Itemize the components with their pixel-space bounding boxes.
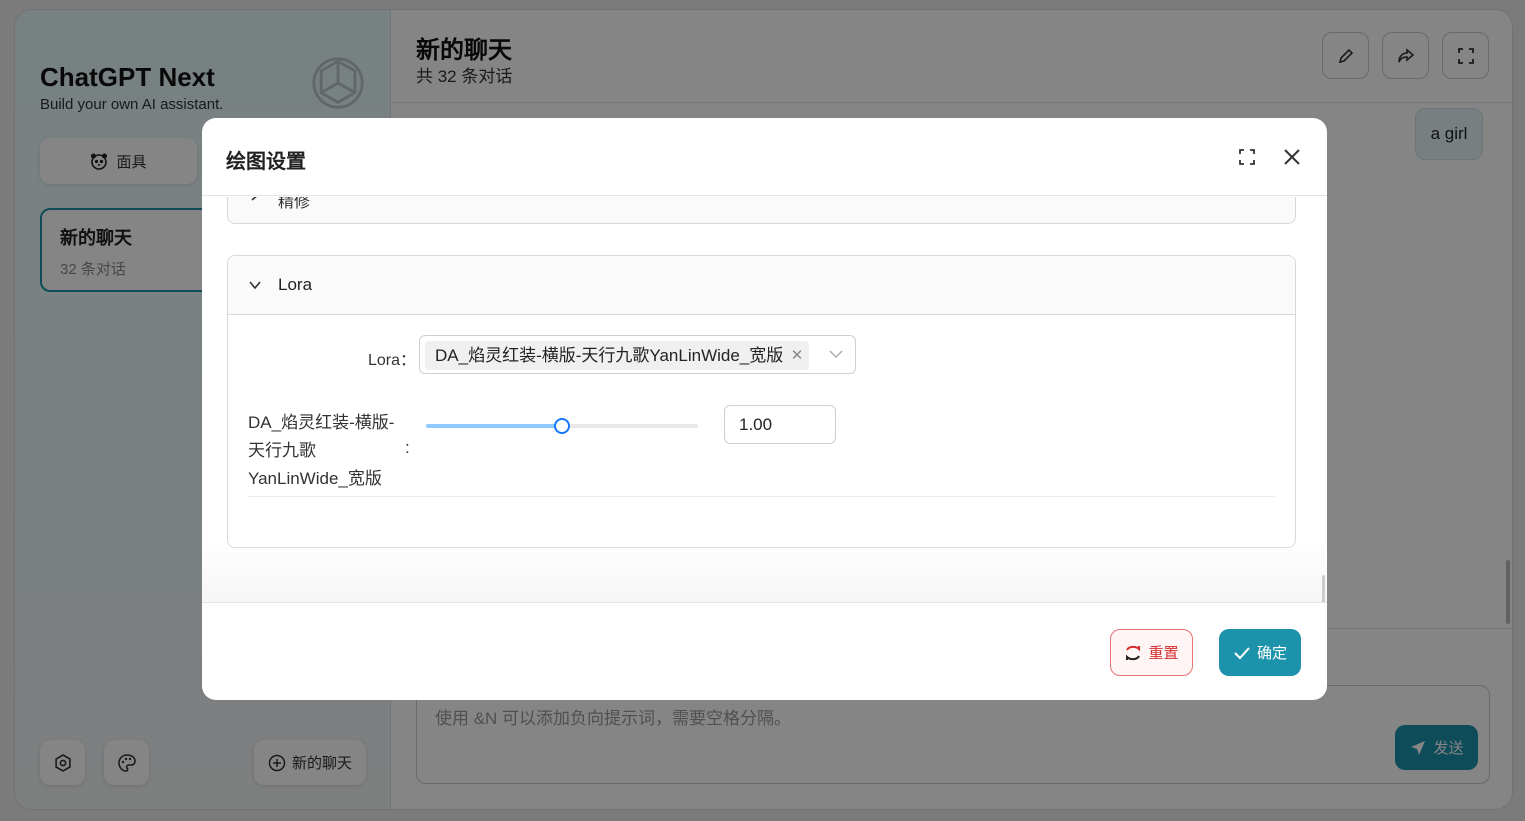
collapse-lora-header[interactable]: Lora <box>228 256 1295 315</box>
slider-track <box>426 424 562 428</box>
modal-title: 绘图设置 <box>226 151 306 173</box>
slider-handle[interactable] <box>554 418 570 434</box>
lora-selected-tag: DA_焰灵红装-横版-天行九歌YanLinWide_宽版 ✕ <box>425 341 810 370</box>
maximize-icon <box>1239 149 1255 165</box>
form-divider <box>248 496 1275 497</box>
lora-select[interactable]: DA_焰灵红装-横版-天行九歌YanLinWide_宽版 ✕ <box>419 335 856 374</box>
lora-weight-slider[interactable] <box>426 418 698 434</box>
lora-weight-input[interactable]: 1.00 <box>724 405 836 444</box>
drawing-settings-modal: 绘图设置 精修 Lora Lora： DA_焰灵红装-横版-天行九歌YanLin… <box>202 118 1327 700</box>
lora-selected-value: DA_焰灵红装-横版-天行九歌YanLinWide_宽版 <box>435 346 784 365</box>
modal-header: 绘图设置 <box>202 118 1327 196</box>
lora-weight-colon: : <box>405 438 410 457</box>
body-fade <box>202 542 1327 602</box>
check-icon <box>1234 646 1250 659</box>
chevron-right-icon <box>251 197 257 201</box>
modal-body: 精修 Lora Lora： DA_焰灵红装-横版-天行九歌YanLinWide_… <box>202 197 1327 602</box>
chevron-down-icon <box>249 281 261 290</box>
lora-weight-label: DA_焰灵红装-横版-天行九歌YanLinWide_宽版 <box>248 413 395 488</box>
reset-label: 重置 <box>1148 645 1179 662</box>
collapse-refine[interactable]: 精修 <box>227 197 1296 224</box>
reset-icon <box>1126 645 1141 660</box>
confirm-label: 确定 <box>1256 645 1287 662</box>
collapse-lora-title: Lora <box>278 275 313 294</box>
modal-footer: 重置 确定 <box>202 602 1327 700</box>
lora-label: Lora： <box>368 352 417 369</box>
modal-close-button[interactable] <box>1277 142 1307 172</box>
tag-remove-icon[interactable]: ✕ <box>791 341 804 370</box>
close-icon <box>1284 149 1300 165</box>
chevron-down-icon <box>829 350 843 358</box>
reset-button[interactable]: 重置 <box>1110 629 1193 676</box>
modal-maximize-button[interactable] <box>1232 142 1262 172</box>
modal-scrollbar[interactable] <box>1322 575 1325 602</box>
confirm-button[interactable]: 确定 <box>1219 629 1301 676</box>
collapse-lora: Lora Lora： DA_焰灵红装-横版-天行九歌YanLinWide_宽版 … <box>227 255 1296 548</box>
collapse-refine-label: 精修 <box>278 197 311 211</box>
